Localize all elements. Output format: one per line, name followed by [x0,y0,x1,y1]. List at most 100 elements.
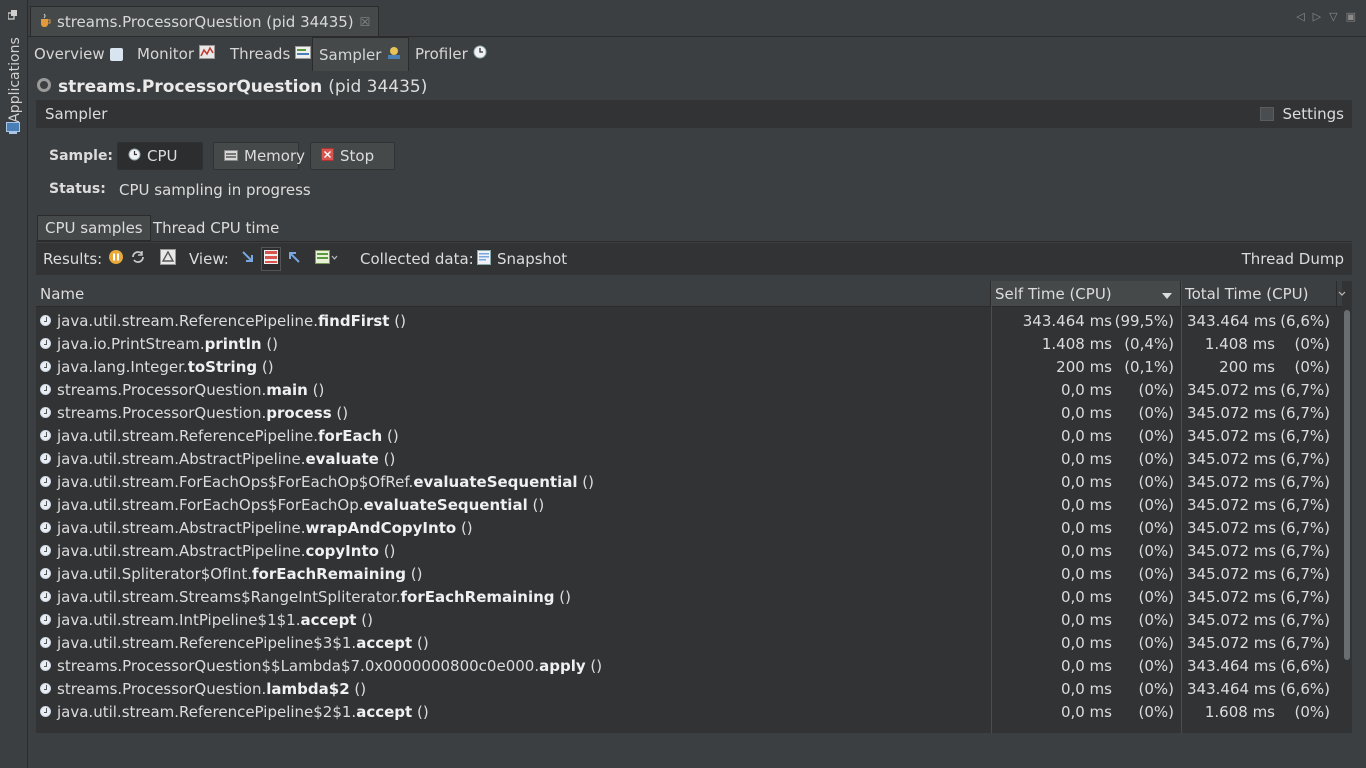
table-row[interactable]: java.util.stream.ForEachOps$ForEachOp$Of… [36,470,1342,493]
call-tree-view-icon[interactable] [287,250,301,268]
self-time-cell: 1.408 ms (0,4%) [991,332,1180,355]
column-chooser-icon[interactable] [1337,281,1347,306]
table-row[interactable]: java.util.stream.AbstractPipeline.evalua… [36,447,1342,470]
method-name-cell: java.util.stream.ReferencePipeline.forEa… [36,424,991,447]
method-signature: java.util.stream.ReferencePipeline$2$1.a… [57,703,429,721]
pause-icon[interactable] [108,249,124,269]
close-tab-icon[interactable]: ☒ [360,15,371,29]
self-time-value: 343.464 ms [1022,311,1112,330]
scroll-left-icon[interactable]: ◁ [1296,10,1304,23]
stop-icon [321,147,334,165]
process-name: streams.ProcessorQuestion [58,77,323,97]
scrollbar-thumb[interactable] [1344,310,1350,660]
method-suffix: () [412,702,429,721]
column-header-self-time[interactable]: Self Time (CPU) [991,281,1181,306]
method-signature: java.util.stream.AbstractPipeline.wrapAn… [57,519,473,537]
method-clock-icon [40,407,51,418]
self-time-percent: (0%) [1138,541,1174,560]
tab-thread-cpu-time[interactable]: Thread CPU time [146,215,286,241]
table-row[interactable]: java.util.stream.IntPipeline$1$1.accept … [36,608,1342,631]
method-class-prefix: java.util.stream.ReferencePipeline$2$1. [57,702,357,721]
total-time-cell: 345.072 ms (6,7%) [1181,562,1336,585]
method-name: accept [300,610,357,629]
method-suffix: () [456,518,473,537]
self-time-value: 1.408 ms [1041,334,1112,353]
tab-threads[interactable]: Threads [224,37,317,71]
table-row[interactable]: java.util.Spliterator$OfInt.forEachRemai… [36,562,1342,585]
self-time-percent: (99,5%) [1114,311,1174,330]
method-signature: java.io.PrintStream.println () [57,335,278,353]
self-time-value: 200 ms [1056,357,1112,376]
applications-side-tab[interactable]: Applications [3,26,25,141]
thread-dump-button[interactable]: Thread Dump [1242,243,1344,275]
self-time-value: 0,0 ms [1060,656,1112,675]
java-cup-icon [39,13,51,31]
table-row[interactable]: streams.ProcessorQuestion$$Lambda$7.0x00… [36,654,1342,677]
total-time-percent: (6,6%) [1280,311,1330,330]
tab-cpu-samples[interactable]: CPU samples [37,215,151,241]
table-row[interactable]: java.util.stream.AbstractPipeline.wrapAn… [36,516,1342,539]
method-clock-icon [40,637,51,648]
table-row[interactable]: streams.ProcessorQuestion.lambda$2 () 0,0… [36,677,1342,700]
self-time-percent: (0%) [1138,449,1174,468]
settings-checkbox[interactable] [1260,107,1275,121]
self-time-percent: (0%) [1138,426,1174,445]
column-header-name[interactable]: Name [36,281,991,306]
method-suffix: () [406,564,423,583]
total-time-value: 345.072 ms [1187,518,1277,537]
columns-menu-icon[interactable] [314,250,339,268]
cpu-sample-button[interactable]: CPU [117,142,203,170]
hot-spots-view-icon[interactable] [241,250,255,268]
method-name-cell: streams.ProcessorQuestion$$Lambda$7.0x00… [36,654,991,677]
method-class-prefix: streams.ProcessorQuestion. [57,403,267,422]
self-time-value: 0,0 ms [1060,472,1112,491]
refresh-icon[interactable] [130,249,146,269]
tab-list-dropdown-icon[interactable]: ▽ [1329,10,1337,23]
method-signature: streams.ProcessorQuestion$$Lambda$7.0x00… [57,657,602,675]
snapshot-label: Snapshot [497,250,568,268]
table-row[interactable]: java.util.stream.ForEachOps$ForEachOp.ev… [36,493,1342,516]
table-row[interactable]: java.lang.Integer.toString () 200 ms (0,1%… [36,355,1342,378]
sort-descending-icon [1162,285,1172,303]
self-time-cell: 0,0 ms (0%) [991,401,1180,424]
table-row[interactable]: java.util.stream.Streams$RangeIntSpliter… [36,585,1342,608]
document-tab-bar: streams.ProcessorQuestion (pid 34435) ☒ … [28,0,1366,37]
column-header-total-time[interactable]: Total Time (CPU) [1181,281,1337,306]
table-row[interactable]: java.util.stream.ReferencePipeline.findF… [36,309,1342,332]
table-row[interactable]: java.io.PrintStream.println () 1.408 ms (0… [36,332,1342,355]
method-signature: java.util.Spliterator$OfInt.forEachRemai… [57,565,423,583]
snapshot-button[interactable]: Snapshot [477,243,567,275]
total-time-percent: (6,7%) [1280,495,1330,514]
table-row[interactable]: java.util.stream.ReferencePipeline.forEa… [36,424,1342,447]
tab-overview[interactable]: Overview [28,37,129,71]
table-row[interactable]: java.util.stream.ReferencePipeline$3$1.a… [36,631,1342,654]
table-row[interactable]: java.util.stream.AbstractPipeline.copyIn… [36,539,1342,562]
maximize-icon[interactable]: ▣ [1346,10,1356,23]
method-name-cell: streams.ProcessorQuestion.lambda$2 () [36,677,991,700]
total-time-percent: (6,7%) [1280,472,1330,491]
combined-view-icon[interactable] [260,247,281,271]
process-pid: (pid 34435) [328,77,428,97]
tab-cpu-samples-label: CPU samples [45,219,143,237]
table-row[interactable]: streams.ProcessorQuestion.process () 0,0 … [36,401,1342,424]
document-tab[interactable]: streams.ProcessorQuestion (pid 34435) ☒ [30,6,380,36]
method-name: findFirst [318,311,390,330]
table-row[interactable]: java.util.stream.ReferencePipeline$2$1.a… [36,700,1342,723]
delta-icon[interactable] [160,249,177,269]
process-icon [36,77,52,98]
left-side-strip: Applications [0,0,28,768]
tab-profiler[interactable]: Profiler [409,37,493,71]
stop-sampling-button[interactable]: Stop [310,142,395,170]
scroll-right-icon[interactable]: ▷ [1313,10,1321,23]
method-clock-icon [40,361,51,372]
settings-toggle[interactable]: Settings [1260,100,1344,128]
table-row[interactable]: streams.ProcessorQuestion.main () 0,0 ms (… [36,378,1342,401]
tab-sampler[interactable]: Sampler [312,37,410,71]
vertical-scrollbar[interactable] [1342,306,1352,733]
self-time-cell: 0,0 ms (0%) [991,447,1180,470]
tab-monitor[interactable]: Monitor [131,37,221,71]
sample-label: Sample: [49,148,114,164]
restore-window-icon[interactable] [7,8,18,20]
memory-sample-button[interactable]: Memory [213,142,305,170]
snapshot-icon [477,249,491,269]
